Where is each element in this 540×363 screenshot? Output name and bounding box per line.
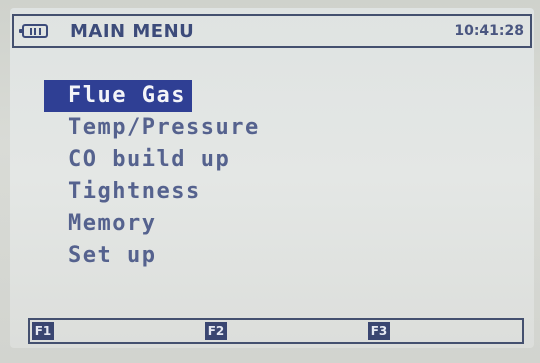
title-bar: MAIN MENU 10:41:28: [12, 14, 532, 48]
battery-icon: [19, 24, 48, 38]
menu-item-memory[interactable]: Memory: [44, 208, 264, 240]
menu-item-co-build-up[interactable]: CO build up: [44, 144, 264, 176]
f2-key[interactable]: F2: [205, 322, 227, 340]
menu-item-temp-pressure[interactable]: Temp/Pressure: [44, 112, 264, 144]
main-menu: Flue Gas Temp/Pressure CO build up Tight…: [44, 80, 264, 272]
clock: 10:41:28: [454, 23, 524, 39]
menu-item-set-up[interactable]: Set up: [44, 240, 264, 272]
page-title: MAIN MENU: [70, 20, 195, 42]
menu-item-tightness[interactable]: Tightness: [44, 176, 264, 208]
function-key-bar: F1 F2 F3: [28, 318, 524, 344]
menu-item-flue-gas[interactable]: Flue Gas: [44, 80, 192, 112]
f1-key[interactable]: F1: [32, 322, 54, 340]
f3-key[interactable]: F3: [368, 322, 390, 340]
